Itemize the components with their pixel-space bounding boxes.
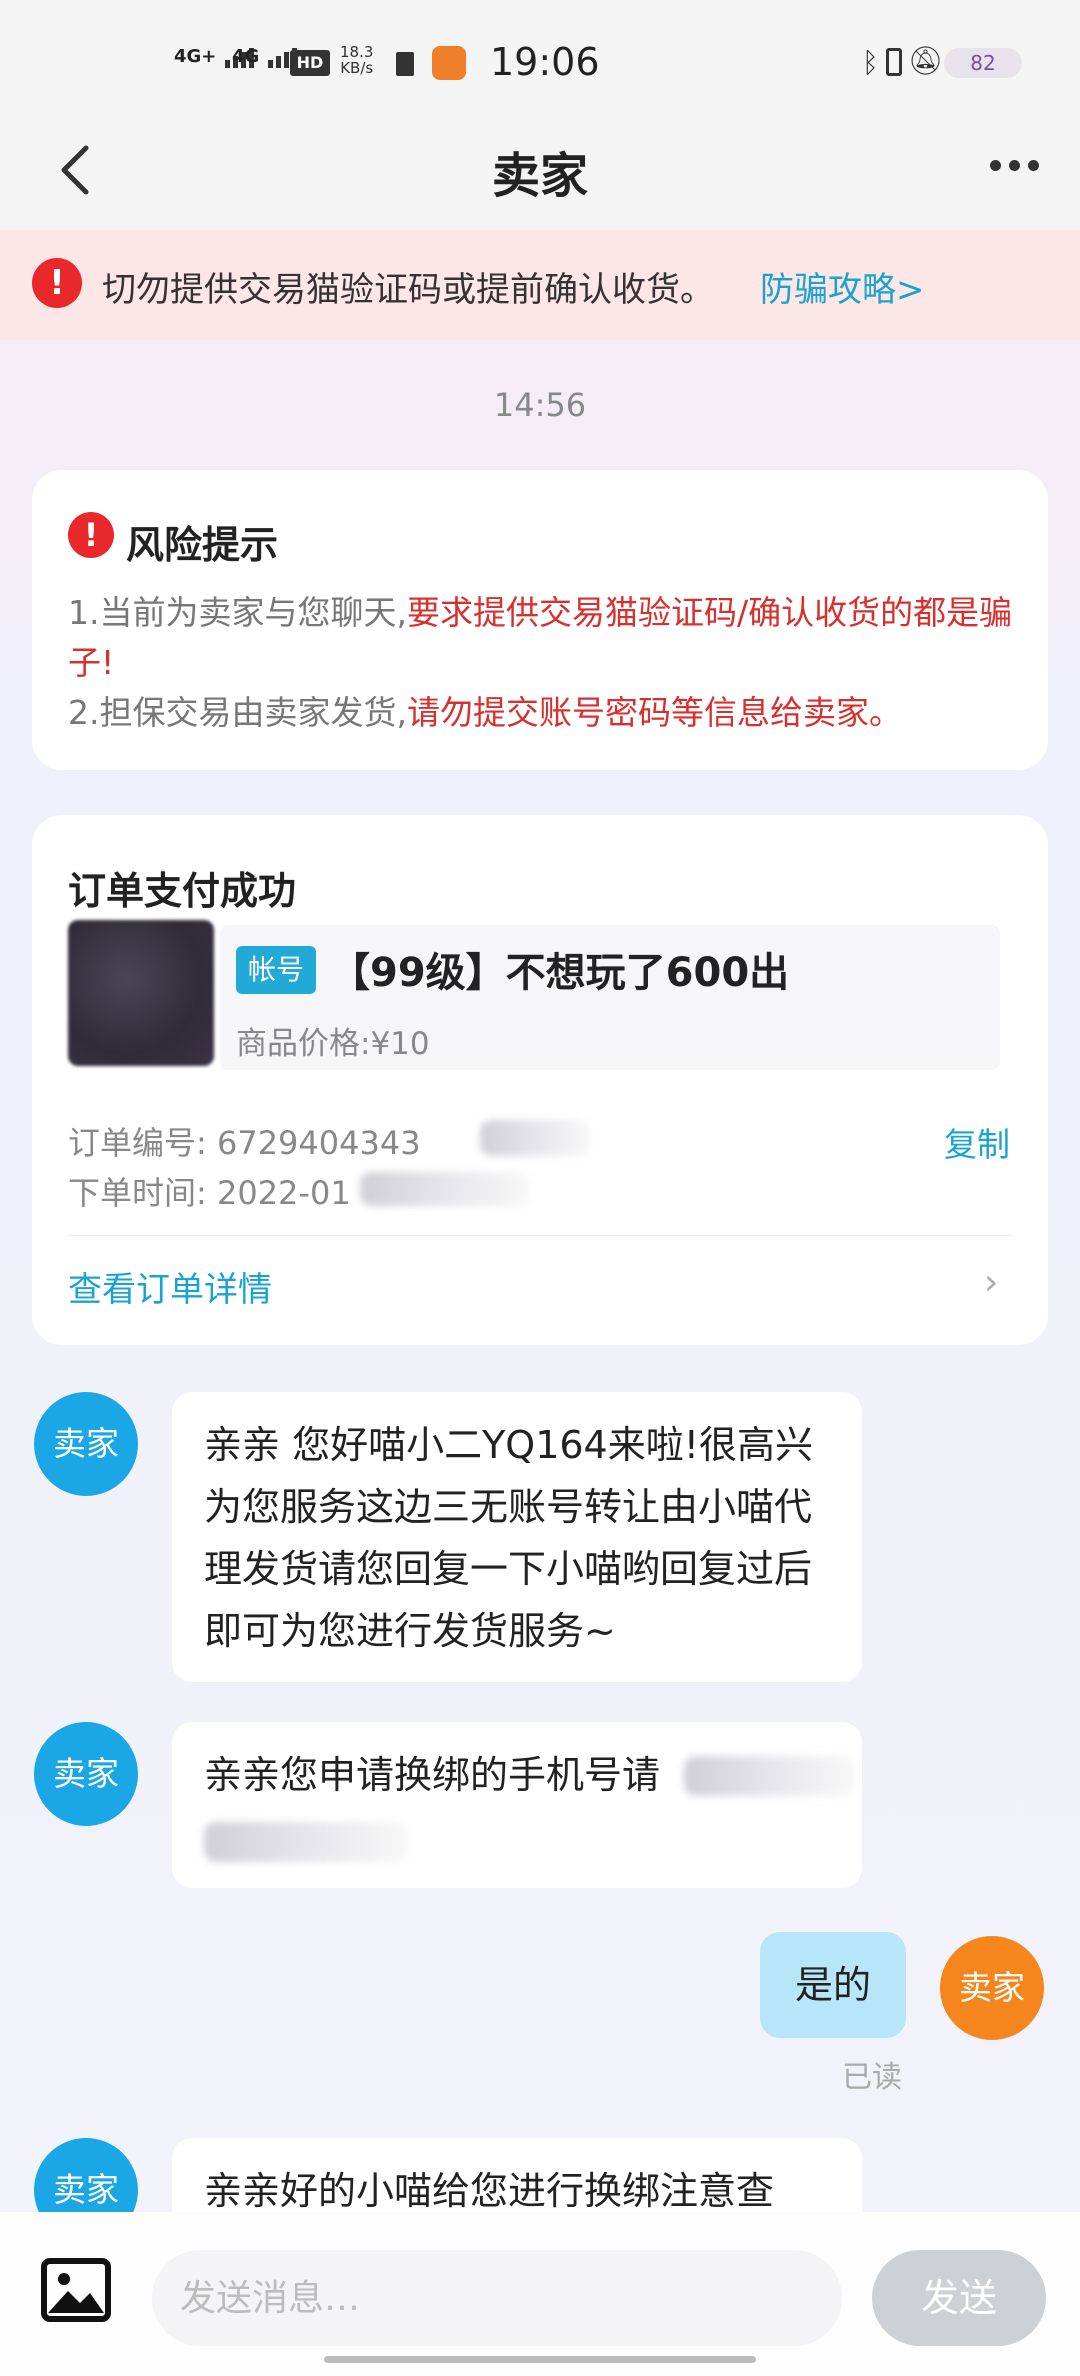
net-speed: 18.3 KB/s: [340, 43, 374, 77]
sent-message-bubble: 是的: [760, 1932, 906, 2038]
seller-avatar[interactable]: 卖家: [34, 1722, 138, 1826]
send-button[interactable]: 发送: [872, 2250, 1046, 2346]
alert-icon: !: [32, 258, 82, 308]
order-status-title: 订单支付成功: [68, 869, 297, 913]
bluetooth-icon: ᛒ: [862, 46, 879, 79]
hd-icon: HD: [290, 50, 330, 76]
image-picker-button[interactable]: [40, 2255, 112, 2327]
order-time: 下单时间: 2022-01: [68, 1174, 351, 1212]
user-avatar[interactable]: 卖家: [940, 1936, 1044, 2040]
chevron-right-icon: ›: [984, 1262, 999, 1303]
clock: 19:06: [490, 40, 600, 84]
read-status: 已读: [842, 2060, 902, 2095]
warning-text: 切勿提供交易猫验证码或提前确认收货。: [102, 270, 714, 310]
redacted-order-number: [480, 1120, 590, 1156]
message-bubble: 亲亲您申请换绑的手机号请: [172, 1722, 862, 1888]
vibrate-icon: [886, 48, 902, 76]
redacted-phone: [684, 1756, 854, 1796]
image-icon: [41, 2258, 111, 2322]
page-title: 卖家: [491, 148, 588, 204]
more-button[interactable]: [990, 150, 1050, 180]
home-indicator[interactable]: [324, 2356, 756, 2363]
risk-line-2: 2.担保交易由卖家发货,请勿提交账号密码等信息给卖家。: [68, 693, 902, 732]
product-type-badge: 帐号: [236, 946, 316, 994]
more-icon: [990, 159, 1001, 171]
mute-icon: 🔕︎: [908, 44, 944, 77]
network-4g: 4G: [232, 46, 297, 74]
redacted-phone-2: [204, 1822, 408, 1862]
copy-button[interactable]: 复制: [944, 1118, 1010, 1166]
battery-indicator: 82: [944, 48, 1022, 78]
message-timestamp: 14:56: [493, 386, 587, 424]
divider: [68, 1235, 1012, 1236]
risk-alert-icon: !: [68, 512, 114, 558]
product-thumbnail: [68, 920, 214, 1066]
app-notification-icon: [432, 46, 466, 80]
sim-icon: [396, 52, 414, 76]
seller-avatar[interactable]: 卖家: [34, 1392, 138, 1496]
anti-fraud-link[interactable]: 防骗攻略>: [760, 262, 925, 311]
product-name: 【99级】不想玩了600出: [330, 950, 790, 996]
order-number: 订单编号: 6729404343: [68, 1124, 421, 1162]
message-input[interactable]: [152, 2250, 842, 2346]
product-price: 商品价格:¥10: [236, 1026, 430, 1062]
risk-title: 风险提示: [126, 523, 279, 567]
view-order-detail-link[interactable]: 查看订单详情: [68, 1262, 272, 1311]
redacted-order-time: [360, 1172, 530, 1206]
message-bubble: 亲亲 您好喵小二YQ164来啦!很高兴为您服务这边三无账号转让由小喵代理发货请您…: [172, 1392, 862, 1682]
risk-line-1: 1.当前为卖家与您聊天,要求提供交易猫验证码/确认收货的都是骗子!: [68, 593, 1013, 682]
